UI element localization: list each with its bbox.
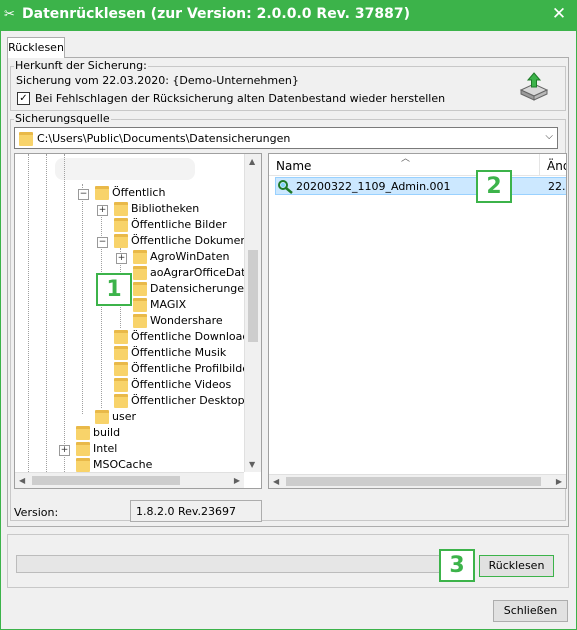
tree-item[interactable]: Öffentlicher Desktop: [114, 393, 245, 409]
folder-icon: [133, 266, 147, 280]
column-divider: [539, 154, 540, 176]
folder-icon: [114, 346, 128, 360]
folder-icon: [114, 218, 128, 232]
folder-icon: [76, 442, 90, 456]
chevron-down-icon[interactable]: ⌵: [545, 131, 553, 142]
scroll-right-icon[interactable]: ▶: [234, 476, 240, 485]
drive-restore-icon: [518, 72, 550, 102]
source-path-combo[interactable]: C:\Users\Public\Documents\Datensicherung…: [14, 127, 558, 149]
folder-icon: [114, 330, 128, 344]
folder-icon: [133, 282, 147, 296]
origin-group-label: Herkunft der Sicherung:: [14, 59, 148, 72]
list-header: ︿ Name Änd: [269, 154, 566, 176]
folder-icon: [76, 458, 90, 472]
folder-icon: [114, 362, 128, 376]
tree-item[interactable]: MSOCache: [76, 457, 152, 473]
app-icon: ✂: [4, 7, 15, 22]
scroll-left-icon[interactable]: ◀: [19, 476, 25, 485]
tree-item[interactable]: Öffentliche Videos: [114, 377, 231, 393]
source-path-text: C:\Users\Public\Documents\Datensicherung…: [37, 132, 291, 145]
tree-line: [64, 154, 65, 488]
scroll-thumb[interactable]: [32, 476, 180, 485]
folder-icon: [114, 378, 128, 392]
tree-item[interactable]: user: [95, 409, 136, 425]
tree-item[interactable]: Öffentliche Dokumente: [114, 233, 258, 249]
column-header-name[interactable]: Name: [276, 159, 311, 173]
tree-item[interactable]: Öffentliche Downloads: [114, 329, 255, 345]
callout-3: 3: [439, 549, 475, 582]
callout-1: 1: [96, 273, 132, 306]
file-date: 22.0: [548, 180, 566, 193]
expand-icon[interactable]: +: [116, 253, 127, 264]
tree-line: [46, 154, 47, 488]
restore-old-data-label: Bei Fehlschlagen der Rücksicherung alten…: [35, 92, 446, 105]
tree-item[interactable]: build: [76, 425, 120, 441]
folder-icon: [76, 426, 90, 440]
folder-icon: [95, 410, 109, 424]
tree-item[interactable]: AgroWinDaten: [133, 249, 229, 265]
tree-item[interactable]: Wondershare: [133, 313, 223, 329]
folder-icon: [114, 234, 128, 248]
file-name: 20200322_1109_Admin.001: [296, 180, 451, 193]
tree-item[interactable]: Öffentliche Bilder: [114, 217, 227, 233]
folder-icon: [133, 250, 147, 264]
list-horizontal-scrollbar[interactable]: ◀ ▶: [269, 474, 566, 488]
scroll-down-icon[interactable]: ▼: [249, 460, 255, 469]
tree-item-selected[interactable]: Datensicherungen: [133, 281, 251, 297]
folder-icon: [114, 202, 128, 216]
tab-ruecklesen[interactable]: Rücklesen: [7, 37, 65, 58]
check-icon: ✓: [19, 93, 28, 104]
folder-icon: [95, 186, 109, 200]
scroll-thumb[interactable]: [248, 250, 258, 342]
collapse-icon[interactable]: −: [97, 237, 108, 248]
version-label: Version:: [14, 506, 59, 519]
backup-file-icon: [278, 179, 294, 197]
tree-line: [82, 184, 83, 414]
tree-item[interactable]: Intel: [76, 441, 117, 457]
backup-info: Sicherung vom 22.03.2020: {Demo-Unterneh…: [16, 74, 299, 87]
window-title: Datenrücklesen (zur Version: 2.0.0.0 Rev…: [22, 6, 410, 22]
tree-item[interactable]: MAGIX: [133, 297, 186, 313]
expand-icon[interactable]: +: [97, 205, 108, 216]
folder-tree[interactable]: Öffentlich − Bibliotheken + Öffentliche …: [14, 153, 262, 489]
sort-ascending-icon: ︿: [401, 154, 411, 164]
progress-bar: [16, 555, 472, 573]
column-header-date[interactable]: Änd: [547, 159, 566, 173]
folder-icon: [19, 132, 33, 146]
version-field: 1.8.2.0 Rev.23697: [130, 500, 262, 522]
folder-icon: [133, 314, 147, 328]
restore-button[interactable]: Rücklesen: [479, 555, 554, 577]
tree-item[interactable]: Öffentlich: [95, 185, 165, 201]
scroll-thumb[interactable]: [286, 477, 541, 486]
tree-line: [28, 154, 29, 488]
scroll-right-icon[interactable]: ▶: [556, 477, 562, 486]
restore-old-data-checkbox[interactable]: ✓: [17, 92, 30, 105]
callout-2: 2: [476, 170, 512, 203]
tree-item[interactable]: Öffentliche Musik: [114, 345, 226, 361]
folder-icon: [114, 394, 128, 408]
blurred-area: [55, 158, 195, 180]
scroll-up-icon[interactable]: ▲: [249, 157, 255, 166]
tree-vertical-scrollbar[interactable]: ▲ ▼: [244, 154, 261, 472]
scroll-left-icon[interactable]: ◀: [273, 477, 279, 486]
title-bar: ✂ Datenrücklesen (zur Version: 2.0.0.0 R…: [0, 0, 577, 31]
version-value: 1.8.2.0 Rev.23697: [136, 505, 237, 518]
tree-item[interactable]: aoAgrarOfficeData: [133, 265, 252, 281]
list-item[interactable]: 20200322_1109_Admin.001 22.0: [275, 177, 566, 197]
close-button[interactable]: Schließen: [493, 600, 568, 622]
folder-icon: [133, 298, 147, 312]
expand-icon[interactable]: +: [59, 445, 70, 456]
tree-item[interactable]: Öffentliche Profilbilder: [114, 361, 254, 377]
tree-horizontal-scrollbar[interactable]: ◀ ▶: [15, 472, 244, 488]
collapse-icon[interactable]: −: [78, 189, 89, 200]
source-group-label: Sicherungsquelle: [14, 112, 111, 125]
close-icon[interactable]: ✕: [549, 4, 569, 24]
tree-item[interactable]: Bibliotheken: [114, 201, 199, 217]
backup-file-list[interactable]: ︿ Name Änd 20200322_1109_Admin.001 22.0 …: [268, 153, 567, 489]
